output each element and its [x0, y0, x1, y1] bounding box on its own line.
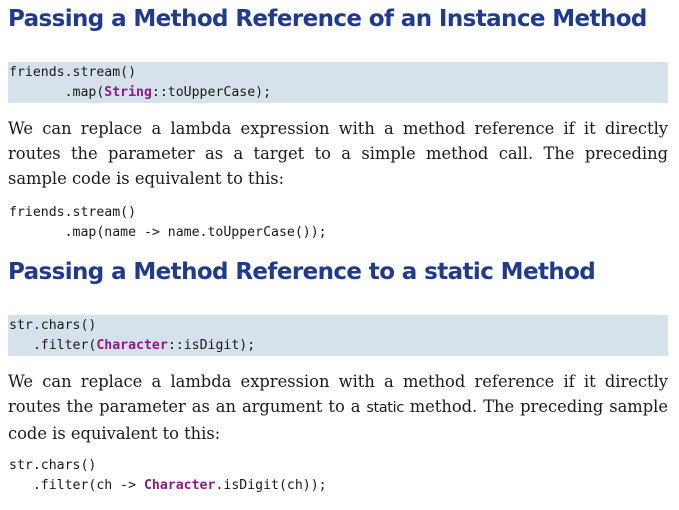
code-keyword: Character — [143, 478, 216, 493]
code-line: friends.stream() — [9, 65, 137, 80]
code-line-post: .isDigit(ch)); — [215, 478, 327, 493]
paragraph-line: routes the parameter as an argument to a… — [8, 394, 668, 421]
code-block-lambda-static: str.chars() .filter(ch -> Character.isDi… — [8, 455, 668, 496]
code-keyword: Character — [96, 338, 168, 353]
code-block-method-reference-static: str.chars() .filter(Character::isDigit); — [8, 315, 668, 356]
code-block-method-reference-instance: friends.stream() .map(String::toUpperCas… — [8, 62, 668, 103]
code-line-post: ::isDigit); — [167, 338, 256, 353]
paragraph-instance-method: We can replace a lambda expression with … — [8, 116, 668, 191]
code-line: friends.stream() — [9, 205, 137, 220]
code-line-post: ::toUpperCase); — [151, 85, 272, 100]
code-line-pre: .map( — [9, 85, 105, 100]
paragraph-text: routes the parameter as an argument to a — [8, 397, 367, 416]
paragraph-line: We can replace a lambda expression with … — [8, 119, 668, 138]
code-line: str.chars() — [9, 318, 97, 333]
paragraph-text: method. The preceding sample — [403, 397, 668, 416]
code-line-pre: .filter( — [9, 338, 97, 353]
section-heading-static-method: Passing a Method Reference to a static M… — [8, 259, 596, 285]
code-line-pre: .filter(ch -> — [9, 478, 144, 493]
code-line: str.chars() — [9, 458, 97, 473]
code-block-lambda-instance: friends.stream() .map(name -> name.toUpp… — [8, 202, 668, 243]
section-heading-instance-method: Passing a Method Reference of an Instanc… — [8, 6, 647, 32]
paragraph-line: routes the parameter as a target to a si… — [8, 144, 668, 163]
paragraph-static-method: We can replace a lambda expression with … — [8, 369, 668, 446]
page: { "section1": { "heading": "Passing a Me… — [0, 0, 679, 510]
inline-keyword-static: static — [366, 400, 404, 416]
code-line: .map(name -> name.toUpperCase()); — [9, 225, 327, 240]
paragraph-line: We can replace a lambda expression with … — [8, 372, 668, 391]
paragraph-line: sample code is equivalent to this: — [8, 169, 285, 188]
code-keyword: String — [104, 85, 152, 100]
paragraph-line: code is equivalent to this: — [8, 424, 221, 443]
